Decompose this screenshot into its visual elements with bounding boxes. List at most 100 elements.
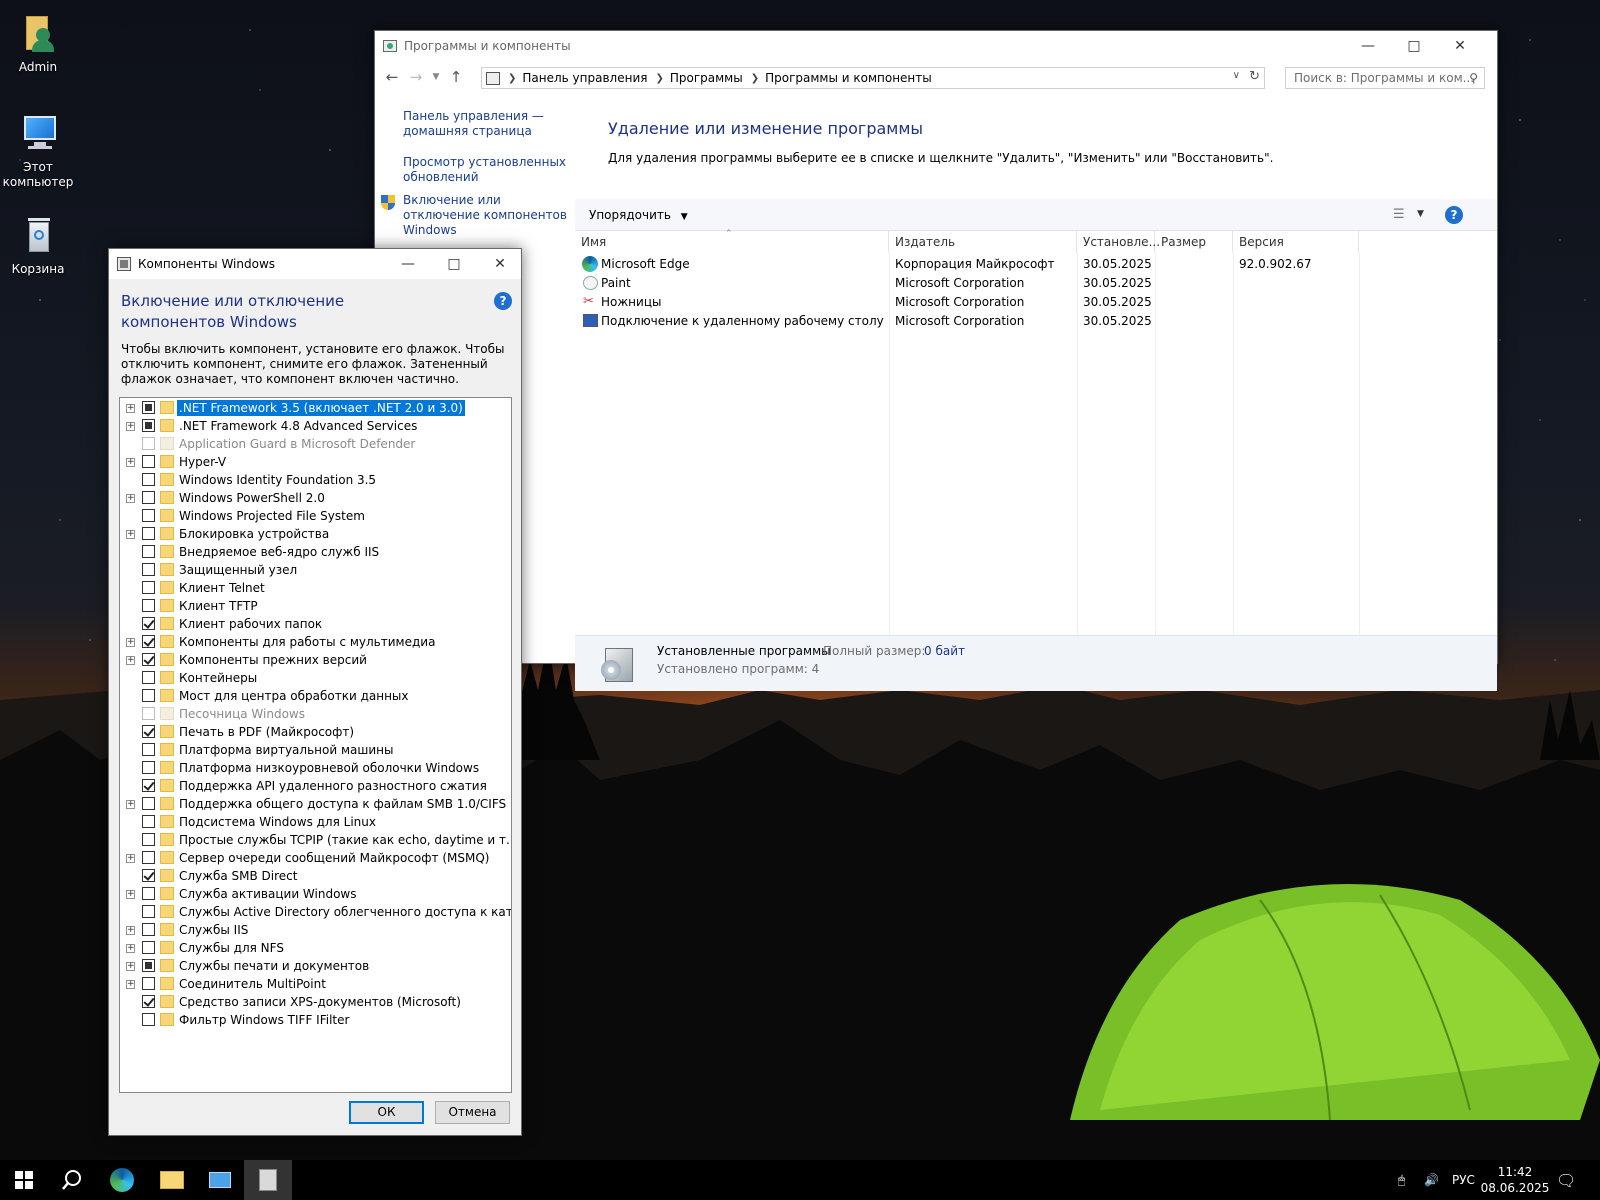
feature-checkbox[interactable] (142, 401, 155, 414)
feature-checkbox[interactable] (142, 617, 155, 630)
volume-icon[interactable]: 🔊 (1424, 1160, 1439, 1200)
feature-checkbox[interactable] (142, 923, 155, 936)
notifications-icon[interactable]: 🗨 (1556, 1160, 1576, 1200)
organize-button[interactable]: Упорядочить ▼ (589, 208, 688, 222)
expand-toggle-icon[interactable]: + (126, 458, 135, 467)
feature-checkbox[interactable] (142, 491, 155, 504)
breadcrumb-programs-and-features[interactable]: Программы и компоненты (765, 71, 932, 85)
program-row[interactable]: Microsoft Edge Корпорация Майкрософт 30.… (575, 255, 1497, 274)
feature-item[interactable]: Службы Active Directory облегченного дос… (120, 903, 511, 921)
expand-toggle-icon[interactable]: + (126, 800, 135, 809)
feature-item[interactable]: Простые службы TCPIP (такие как echo, da… (120, 831, 511, 849)
close-button[interactable]: ✕ (1437, 31, 1483, 61)
feature-item[interactable]: + Блокировка устройства (120, 525, 511, 543)
feature-checkbox[interactable] (142, 1013, 155, 1026)
column-header-size[interactable]: Размер (1155, 231, 1233, 253)
feature-checkbox[interactable] (142, 689, 155, 702)
feature-item[interactable]: Клиент рабочих папок (120, 615, 511, 633)
expand-toggle-icon[interactable]: + (126, 854, 135, 863)
feature-item[interactable]: Клиент Telnet (120, 579, 511, 597)
feature-item[interactable]: Защищенный узел (120, 561, 511, 579)
address-bar[interactable]: ❯ Панель управления ❯ Программы ❯ Програ… (481, 67, 1265, 89)
feature-checkbox[interactable] (142, 473, 155, 486)
expand-toggle-icon[interactable]: + (126, 980, 135, 989)
start-button[interactable] (0, 1160, 48, 1200)
features-tree[interactable]: + .NET Framework 3.5 (включает .NET 2.0 и… (119, 397, 512, 1093)
program-row[interactable]: Подключение к удаленному рабочему столу … (575, 312, 1497, 331)
feature-item[interactable]: + Службы печати и документов (120, 957, 511, 975)
feature-item[interactable]: + Сервер очереди сообщений Майкрософт (MS… (120, 849, 511, 867)
feature-checkbox[interactable] (142, 545, 155, 558)
expand-toggle-icon[interactable]: + (126, 962, 135, 971)
feature-checkbox[interactable] (142, 509, 155, 522)
program-row[interactable]: ✂ Ножницы Microsoft Corporation 30.05.20… (575, 293, 1497, 312)
maximize-button[interactable]: □ (431, 249, 477, 279)
expand-toggle-icon[interactable]: + (126, 404, 135, 413)
feature-checkbox[interactable] (142, 869, 155, 882)
feature-item[interactable]: Средство записи XPS-документов (Microsof… (120, 993, 511, 1011)
language-indicator[interactable]: РУС (1452, 1160, 1475, 1200)
taskbar-control-panel[interactable] (196, 1160, 244, 1200)
feature-item[interactable]: + Компоненты для работы с мультимедиа (120, 633, 511, 651)
feature-checkbox[interactable] (142, 905, 155, 918)
feature-item[interactable]: Application Guard в Microsoft Defender (120, 435, 511, 453)
help-icon[interactable]: ? (1445, 206, 1463, 224)
feature-item[interactable]: + Windows PowerShell 2.0 (120, 489, 511, 507)
expand-toggle-icon[interactable]: + (126, 926, 135, 935)
feature-item[interactable]: Подсистема Windows для Linux (120, 813, 511, 831)
refresh-icon[interactable]: ↻ (1249, 69, 1260, 84)
feature-checkbox[interactable] (142, 419, 155, 432)
breadcrumb-control-panel[interactable]: Панель управления (522, 71, 647, 85)
feature-item[interactable]: Мост для центра обработки данных (120, 687, 511, 705)
feature-checkbox[interactable] (142, 653, 155, 666)
up-arrow-icon[interactable]: ↑ (447, 68, 465, 86)
close-button[interactable]: ✕ (477, 249, 523, 279)
expand-toggle-icon[interactable]: + (126, 944, 135, 953)
network-icon[interactable]: 🖱 (1398, 1160, 1405, 1200)
feature-checkbox[interactable] (142, 887, 155, 900)
breadcrumb-programs[interactable]: Программы (670, 71, 743, 85)
feature-item[interactable]: Печать в PDF (Майкрософт) (120, 723, 511, 741)
feature-checkbox[interactable] (142, 743, 155, 756)
expand-toggle-icon[interactable]: + (126, 656, 135, 665)
feature-item[interactable]: Платформа виртуальной машины (120, 741, 511, 759)
feature-item[interactable]: + Служба активации Windows (120, 885, 511, 903)
feature-item[interactable]: Контейнеры (120, 669, 511, 687)
feature-item[interactable]: + Соединитель MultiPoint (120, 975, 511, 993)
feature-item[interactable]: + .NET Framework 3.5 (включает .NET 2.0 и… (120, 399, 511, 417)
expand-toggle-icon[interactable]: + (126, 638, 135, 647)
feature-item[interactable]: + Компоненты прежних версий (120, 651, 511, 669)
link-control-panel-home[interactable]: Панель управления — домашняя страница (403, 109, 575, 139)
feature-checkbox[interactable] (142, 995, 155, 1008)
column-header-installed-on[interactable]: Установле... (1077, 231, 1160, 253)
feature-item[interactable]: + Службы для NFS (120, 939, 511, 957)
feature-checkbox[interactable] (142, 635, 155, 648)
feature-checkbox[interactable] (142, 725, 155, 738)
feature-checkbox[interactable] (142, 563, 155, 576)
feature-checkbox[interactable] (142, 455, 155, 468)
feature-item[interactable]: Фильтр Windows TIFF IFilter (120, 1011, 511, 1029)
expand-toggle-icon[interactable]: + (126, 422, 135, 431)
column-header-name[interactable]: Имя ⌃ (575, 229, 889, 253)
feature-checkbox[interactable] (142, 977, 155, 990)
recent-locations-chevron-icon[interactable]: ▼ (427, 68, 445, 86)
feature-checkbox[interactable] (142, 599, 155, 612)
feature-checkbox[interactable] (142, 833, 155, 846)
feature-item[interactable]: + Поддержка общего доступа к файлам SMB 1… (120, 795, 511, 813)
column-header-publisher[interactable]: Издатель (889, 231, 1077, 253)
taskbar-windows-features[interactable] (244, 1160, 292, 1200)
feature-checkbox[interactable] (142, 671, 155, 684)
feature-item[interactable]: Внедряемое веб-ядро служб IIS (120, 543, 511, 561)
feature-checkbox[interactable] (142, 797, 155, 810)
feature-item[interactable]: Песочница Windows (120, 705, 511, 723)
feature-item[interactable]: Клиент TFTP (120, 597, 511, 615)
feature-item[interactable]: Служба SMB Direct (120, 867, 511, 885)
feature-item[interactable]: Windows Identity Foundation 3.5 (120, 471, 511, 489)
clock[interactable]: 11:42 08.06.2025 (1481, 1160, 1550, 1200)
feature-checkbox[interactable] (142, 581, 155, 594)
feature-checkbox[interactable] (142, 761, 155, 774)
feature-item[interactable]: Поддержка API удаленного разностного сжа… (120, 777, 511, 795)
desktop-icon-admin[interactable]: Admin (0, 10, 76, 75)
cancel-button[interactable]: Отмена (435, 1101, 510, 1124)
taskbar-edge[interactable] (98, 1160, 146, 1200)
